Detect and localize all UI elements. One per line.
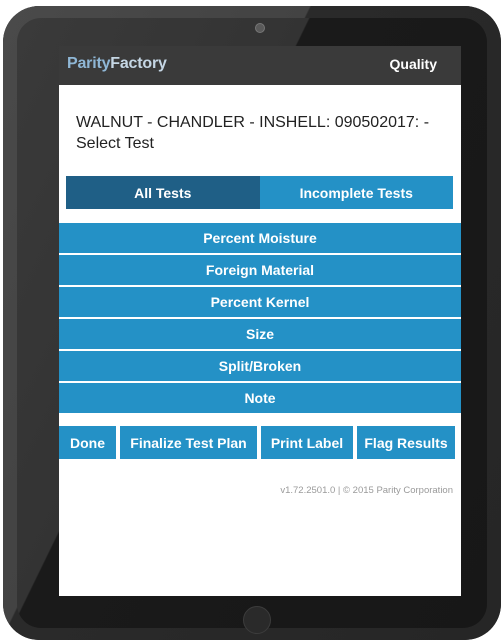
test-item-percent-moisture[interactable]: Percent Moisture — [59, 223, 461, 253]
test-filter-tabs: All Tests Incomplete Tests — [66, 176, 453, 209]
tab-all-tests[interactable]: All Tests — [66, 176, 260, 209]
action-bar: Done Finalize Test Plan Print Label Flag… — [59, 426, 461, 459]
tab-incomplete-tests[interactable]: Incomplete Tests — [259, 176, 453, 209]
test-item-size[interactable]: Size — [59, 319, 461, 349]
done-button[interactable]: Done — [59, 426, 116, 459]
brand-logo[interactable]: ParityFactory — [67, 55, 167, 73]
test-list: Percent Moisture Foreign Material Percen… — [59, 223, 461, 415]
test-item-percent-kernel[interactable]: Percent Kernel — [59, 287, 461, 317]
module-title: Quality — [389, 56, 437, 72]
brand-logo-part2: Factory — [110, 55, 167, 72]
brand-logo-part1: Parity — [67, 55, 111, 72]
print-label-button[interactable]: Print Label — [261, 426, 353, 459]
top-bar: ParityFactory Quality — [59, 46, 461, 85]
finalize-test-plan-button[interactable]: Finalize Test Plan — [120, 426, 257, 459]
app-screen: ParityFactory Quality WALNUT - CHANDLER … — [59, 46, 461, 596]
version-footer: v1.72.2501.0 | © 2015 Parity Corporation — [280, 485, 453, 496]
page-title: WALNUT - CHANDLER - INSHELL: 090502017: … — [76, 114, 430, 152]
test-item-note[interactable]: Note — [59, 383, 461, 413]
test-item-foreign-material[interactable]: Foreign Material — [59, 255, 461, 285]
test-item-split-broken[interactable]: Split/Broken — [59, 351, 461, 381]
camera-icon — [255, 23, 265, 33]
home-button[interactable] — [243, 606, 271, 634]
flag-results-button[interactable]: Flag Results — [357, 426, 455, 459]
